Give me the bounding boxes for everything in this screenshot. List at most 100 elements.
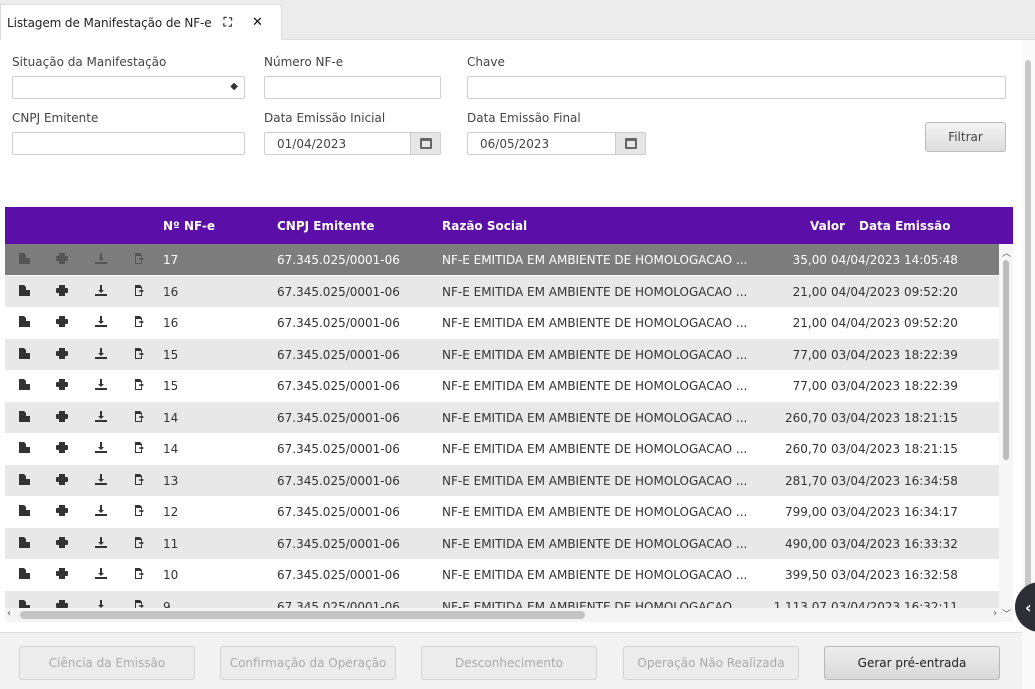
filtrar-button[interactable]: Filtrar — [925, 122, 1006, 152]
cell-cnpj: 67.345.025/0001-06 — [277, 347, 400, 362]
col-razao-social[interactable]: Razão Social — [442, 219, 527, 233]
print-icon[interactable] — [56, 568, 68, 579]
cell-data: 03/04/2023 16:32:58 — [831, 568, 958, 582]
print-icon[interactable] — [56, 505, 68, 516]
download-icon[interactable] — [95, 410, 107, 422]
document-icon[interactable] — [18, 347, 30, 359]
grid-hscroll-thumb[interactable] — [20, 611, 585, 619]
print-icon[interactable] — [56, 379, 68, 390]
print-icon[interactable] — [56, 347, 68, 359]
table-row[interactable]: 11 67.345.025/0001-06 NF-E EMITIDA EM AMBI… — [5, 527, 999, 559]
chevron-left-icon[interactable]: ‹ — [7, 608, 11, 619]
col-valor[interactable]: Valor — [810, 219, 845, 233]
document-icon[interactable] — [18, 284, 30, 296]
data-inicial-input[interactable]: 01/04/2023 — [264, 132, 441, 155]
export-icon[interactable] — [134, 284, 146, 296]
cell-numero: 14 — [163, 442, 179, 456]
print-icon[interactable] — [56, 284, 68, 296]
document-icon[interactable] — [18, 568, 30, 579]
col-numero-nfe[interactable]: Nº NF-e — [163, 219, 215, 233]
grid-scrollbar-thumb[interactable] — [1003, 260, 1009, 460]
gerar-pre-entrada-button[interactable]: Gerar pré-entrada — [824, 646, 1000, 680]
document-icon[interactable] — [18, 253, 30, 264]
export-icon[interactable] — [134, 410, 146, 422]
cell-numero: 17 — [163, 253, 179, 267]
cell-razao: NF-E EMITIDA EM AMBIENTE DE HOMOLOGACAO … — [442, 536, 748, 551]
export-icon[interactable] — [134, 253, 146, 264]
chave-input[interactable] — [467, 76, 1006, 99]
grid-horizontal-scrollbar[interactable]: ‹ › — [5, 608, 999, 622]
operacao-nao-realizada-button[interactable]: Operação Não Realizada — [623, 646, 799, 680]
document-icon[interactable] — [18, 536, 30, 548]
export-icon[interactable] — [134, 536, 146, 548]
export-icon[interactable] — [134, 505, 146, 516]
download-icon[interactable] — [95, 316, 107, 327]
table-row[interactable]: 15 67.345.025/0001-06 NF-E EMITIDA EM AMBI… — [5, 370, 999, 401]
export-icon[interactable] — [134, 473, 146, 485]
print-icon[interactable] — [56, 473, 68, 485]
data-final-calendar-button[interactable] — [615, 133, 645, 154]
export-icon[interactable] — [134, 347, 146, 359]
document-icon[interactable] — [18, 410, 30, 422]
cell-valor: 77,00 — [792, 379, 827, 393]
download-icon[interactable] — [95, 379, 107, 390]
cell-cnpj: 67.345.025/0001-06 — [277, 379, 400, 393]
document-icon[interactable] — [18, 379, 30, 390]
table-row[interactable]: 12 67.345.025/0001-06 NF-E EMITIDA EM AMBI… — [5, 496, 999, 527]
table-row[interactable]: 14 67.345.025/0001-06 NF-E EMITIDA EM AMBI… — [5, 433, 999, 464]
page-scrollbar-thumb[interactable] — [1025, 60, 1031, 620]
document-icon[interactable] — [18, 316, 30, 327]
download-icon[interactable] — [95, 253, 107, 264]
numero-nfe-input[interactable] — [264, 76, 441, 99]
numero-nfe-label: Número NF-e — [264, 55, 344, 69]
download-icon[interactable] — [95, 347, 107, 359]
chevron-down-icon[interactable]: ﹀ — [1002, 607, 1011, 620]
download-icon[interactable] — [95, 505, 107, 516]
export-icon[interactable] — [134, 379, 146, 390]
document-icon[interactable] — [18, 505, 30, 516]
cnpj-emitente-input[interactable] — [12, 132, 245, 155]
document-icon[interactable] — [18, 473, 30, 485]
confirmacao-operacao-button[interactable]: Confirmação da Operação — [220, 646, 396, 680]
ciencia-emissao-button[interactable]: Ciência da Emissão — [19, 646, 195, 680]
table-row[interactable]: 10 67.345.025/0001-06 NF-E EMITIDA EM AMBI… — [5, 559, 999, 590]
print-icon[interactable] — [56, 253, 68, 264]
expand-icon[interactable]: ⛶ — [224, 15, 232, 30]
data-inicial-calendar-button[interactable] — [410, 133, 440, 154]
col-data-emissao[interactable]: Data Emissão — [859, 219, 951, 233]
print-icon[interactable] — [56, 442, 68, 453]
download-icon[interactable] — [95, 568, 107, 579]
download-icon[interactable] — [95, 284, 107, 296]
print-icon[interactable] — [56, 316, 68, 327]
cell-numero: 10 — [163, 568, 179, 582]
export-icon[interactable] — [134, 568, 146, 579]
cell-razao: NF-E EMITIDA EM AMBIENTE DE HOMOLOGACAO … — [442, 253, 748, 267]
col-cnpj-emitente[interactable]: CNPJ Emitente — [277, 219, 374, 233]
cell-valor: 399,50 — [785, 568, 827, 582]
table-row[interactable]: 14 67.345.025/0001-06 NF-E EMITIDA EM AMBI… — [5, 401, 999, 433]
document-icon[interactable] — [18, 442, 30, 453]
table-row[interactable]: 15 67.345.025/0001-06 NF-E EMITIDA EM AMBI… — [5, 338, 999, 370]
chevron-right-icon[interactable]: › — [993, 608, 997, 619]
table-row[interactable]: 16 67.345.025/0001-06 NF-E EMITIDA EM AMBI… — [5, 307, 999, 338]
desconhecimento-button[interactable]: Desconhecimento — [421, 646, 597, 680]
tab-listagem-manifestacao[interactable]: Listagem de Manifestação de NF-e ⛶ ✕ — [0, 4, 282, 40]
table-row[interactable]: 17 67.345.025/0001-06 NF-E EMITIDA EM AMBI… — [5, 244, 999, 275]
export-icon[interactable] — [134, 442, 146, 453]
print-icon[interactable] — [56, 410, 68, 422]
cell-numero: 16 — [163, 316, 179, 330]
download-icon[interactable] — [95, 536, 107, 548]
print-icon[interactable] — [56, 536, 68, 548]
table-row[interactable]: 13 67.345.025/0001-06 NF-E EMITIDA EM AMBI… — [5, 464, 999, 496]
data-final-input[interactable]: 06/05/2023 — [467, 132, 646, 155]
grid-vertical-scrollbar[interactable]: ︿ ﹀ — [999, 244, 1013, 622]
situacao-select[interactable]: ◆ — [12, 76, 245, 99]
export-icon[interactable] — [134, 316, 146, 327]
close-icon[interactable]: ✕ — [252, 15, 263, 30]
cell-data: 03/04/2023 16:33:32 — [831, 536, 958, 551]
table-row[interactable]: 16 67.345.025/0001-06 NF-E EMITIDA EM AMBI… — [5, 275, 999, 307]
download-icon[interactable] — [95, 442, 107, 453]
cell-valor: 490,00 — [785, 536, 827, 551]
chevron-up-icon[interactable]: ︿ — [1002, 246, 1011, 259]
download-icon[interactable] — [95, 473, 107, 485]
